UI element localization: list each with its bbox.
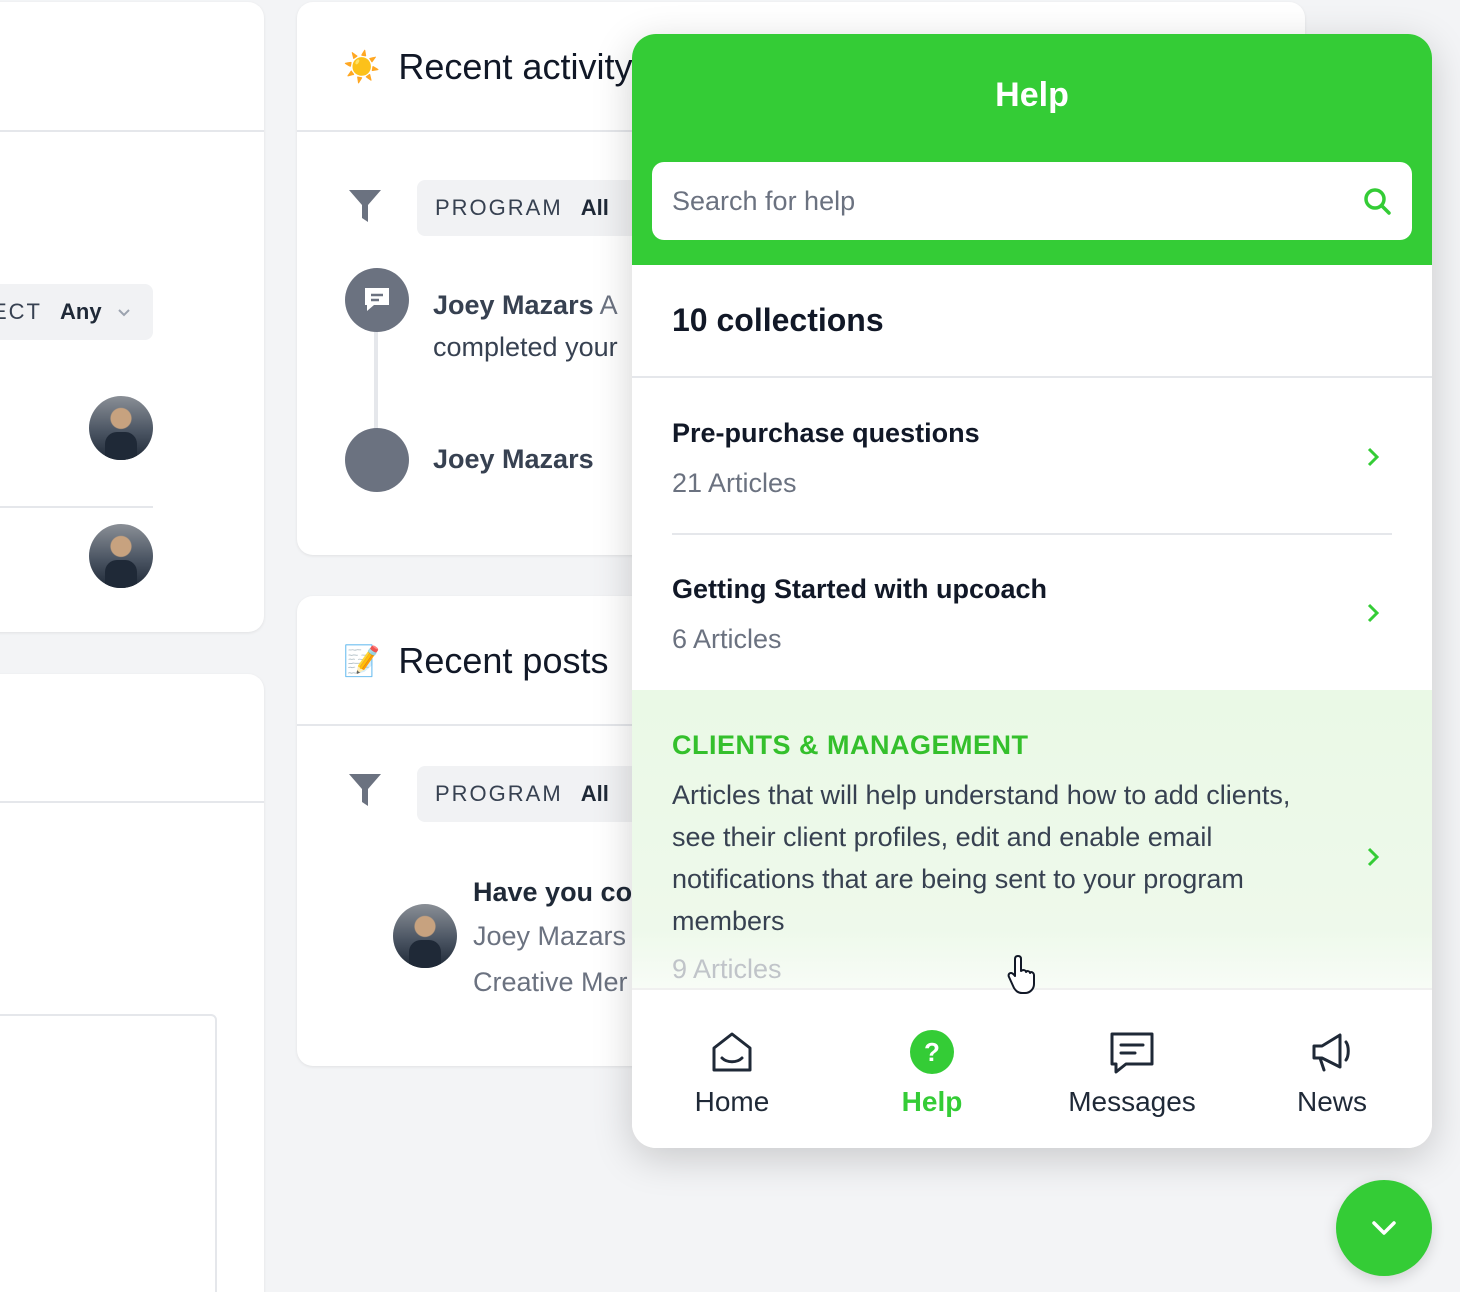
filter-value: All [580,781,609,806]
search-icon[interactable] [1362,186,1392,216]
widget-title: Help [995,76,1069,114]
filter-icon [349,774,381,806]
search-input[interactable] [672,185,1362,217]
collection-item[interactable]: Pre-purchase questions 21 Articles [632,378,1432,534]
divider [0,130,264,132]
filter-label: PROGRAM [435,195,563,220]
left-card-bottom [0,674,264,1292]
bottom-nav: Home ? Help Messages News [632,988,1432,1148]
timeline-dot [345,268,409,332]
collection-article-count: 21 Articles [672,468,797,498]
nav-help[interactable]: ? Help [832,990,1032,1148]
sun-icon: ☀️ [343,50,381,84]
nav-home[interactable]: Home [632,990,832,1148]
avatar[interactable] [393,904,457,968]
collection-item[interactable]: Getting Started with upcoach 6 Articles [632,534,1432,690]
left-card-top: ECT Any [0,2,264,632]
collection-article-count: 6 Articles [672,624,782,654]
activity-text-line2: completed your [433,332,618,362]
collection-title: Getting Started with upcoach [672,574,1048,604]
nav-label: News [1296,1086,1367,1117]
activity-user-name: Joey Mazars [433,290,594,320]
subject-filter[interactable]: ECT Any [0,284,153,340]
search-box[interactable] [652,162,1412,240]
divider [0,801,264,803]
recent-posts-title: 📝 Recent posts [343,640,608,682]
megaphone-icon [1312,1033,1350,1072]
memo-icon: 📝 [343,644,381,678]
help-icon: ? [910,1030,954,1074]
widget-launcher-button[interactable] [1336,1180,1432,1276]
nav-messages[interactable]: Messages [1032,990,1232,1148]
section-title-text: Recent posts [398,640,609,681]
avatar[interactable] [89,396,153,460]
filter-value: Any [60,299,102,324]
chevron-right-icon [1367,447,1380,467]
timeline-line [374,332,378,436]
collection-title: CLIENTS & MANAGEMENT [672,730,1029,760]
activity-user-name[interactable]: Joey Mazars [433,444,594,475]
nav-news[interactable]: News [1232,990,1432,1148]
nav-label: Messages [1068,1086,1196,1117]
content-box [0,1014,217,1292]
timeline-dot [345,428,409,492]
divider [0,506,153,508]
chevron-right-icon [1367,847,1380,867]
filter-icon [349,190,381,222]
home-icon [712,1032,752,1072]
avatar[interactable] [89,524,153,588]
chevron-down-icon [117,309,130,317]
collection-article-count: 9 Articles [672,954,782,984]
nav-label: Home [694,1086,770,1117]
filter-label: PROGRAM [435,781,563,806]
chat-bubble-icon [365,288,389,311]
section-title-text: Recent activity [398,46,633,87]
activity-item[interactable]: Joey Mazars A completed your [433,284,653,368]
filter-label: ECT [0,299,42,324]
svg-text:?: ? [924,1037,940,1067]
filter-value: All [580,195,609,220]
nav-label: Help [901,1086,963,1117]
activity-text: A [599,290,618,320]
collection-description: Articles that will help understand how t… [672,780,1291,936]
recent-activity-title: ☀️ Recent activity [343,46,632,88]
widget-header: Help [632,34,1432,265]
collection-title: Pre-purchase questions [672,418,980,448]
chevron-right-icon [1367,603,1380,623]
collections-count: 10 collections [672,302,884,338]
hand-cursor-icon [1007,955,1035,994]
messages-icon [1110,1032,1154,1074]
chevron-down-icon [1372,1221,1396,1235]
